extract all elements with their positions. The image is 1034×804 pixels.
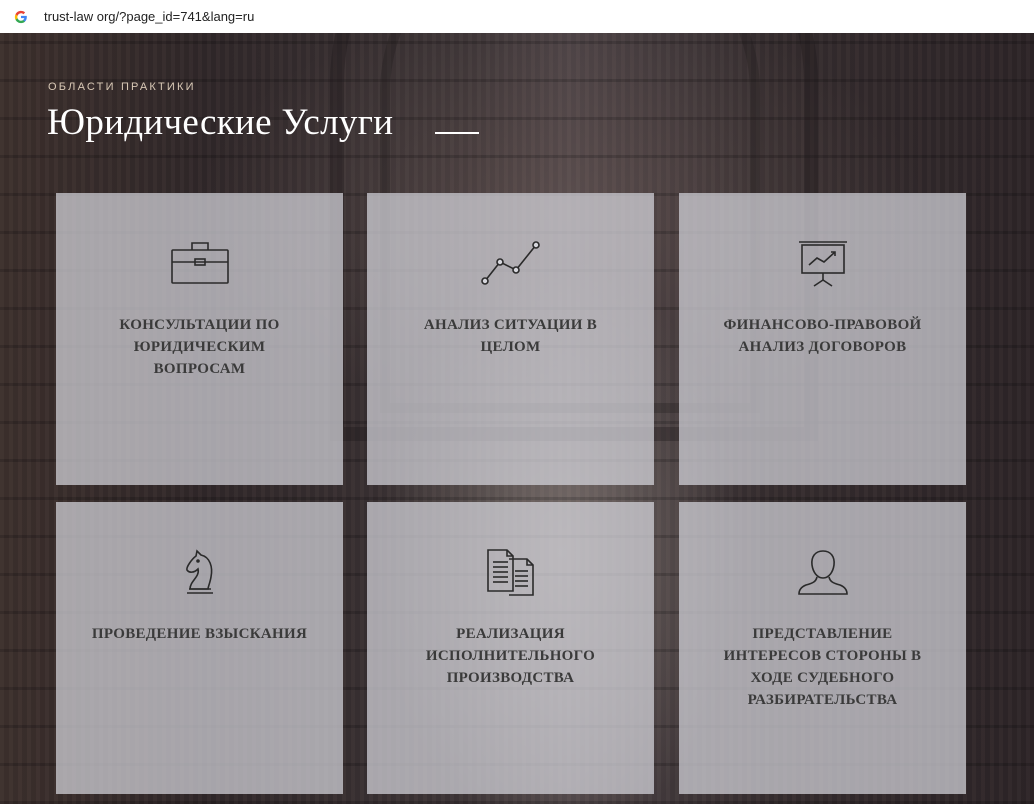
service-card-consultations[interactable]: КОНСУЛЬТАЦИИ ПО ЮРИДИЧЕСКИМ ВОПРОСАМ bbox=[56, 193, 343, 485]
service-card-label: ПРОВЕДЕНИЕ ВЗЫСКАНИЯ bbox=[91, 626, 308, 642]
service-card-court-representation[interactable]: ПРЕДСТАВЛЕНИЕ ИНТЕРЕСОВ СТОРОНЫ В ХОДЕ С… bbox=[679, 502, 966, 794]
service-card-label: АНАЛИЗ СИТУАЦИИ В ЦЕЛОМ bbox=[423, 317, 598, 355]
service-card-label: РЕАЛИЗАЦИЯ ИСПОЛНИТЕЛЬНОГО ПРОИЗВОДСТВА bbox=[425, 626, 596, 686]
documents-icon bbox=[367, 546, 654, 598]
practice-areas-section: ОБЛАСТИ ПРАКТИКИ Юридические Услуги КОНС… bbox=[0, 33, 1034, 804]
service-card-label: ФИНАНСОВО-ПРАВОВОЙ АНАЛИЗ ДОГОВОРОВ bbox=[723, 317, 922, 355]
person-icon bbox=[679, 546, 966, 598]
service-card-analysis[interactable]: АНАЛИЗ СИТУАЦИИ В ЦЕЛОМ bbox=[367, 193, 654, 485]
service-card-label: КОНСУЛЬТАЦИИ ПО ЮРИДИЧЕСКИМ ВОПРОСАМ bbox=[119, 317, 280, 377]
service-card-enforcement[interactable]: РЕАЛИЗАЦИЯ ИСПОЛНИТЕЛЬНОГО ПРОИЗВОДСТВА bbox=[367, 502, 654, 794]
page-title: Юридические Услуги bbox=[47, 102, 394, 143]
google-icon bbox=[13, 9, 28, 24]
section-eyebrow: ОБЛАСТИ ПРАКТИКИ bbox=[48, 81, 196, 93]
title-underline bbox=[435, 132, 479, 134]
presentation-board-icon bbox=[679, 237, 966, 289]
service-card-collection[interactable]: ПРОВЕДЕНИЕ ВЗЫСКАНИЯ bbox=[56, 502, 343, 794]
service-card-label: ПРЕДСТАВЛЕНИЕ ИНТЕРЕСОВ СТОРОНЫ В ХОДЕ С… bbox=[723, 626, 922, 708]
line-chart-icon bbox=[367, 237, 654, 289]
service-card-financial-analysis[interactable]: ФИНАНСОВО-ПРАВОВОЙ АНАЛИЗ ДОГОВОРОВ bbox=[679, 193, 966, 485]
address-bar[interactable]: trust-law org/?page_id=741&lang=ru bbox=[0, 0, 1034, 34]
briefcase-icon bbox=[56, 237, 343, 289]
url-text[interactable]: trust-law org/?page_id=741&lang=ru bbox=[44, 9, 254, 24]
chess-knight-icon bbox=[56, 546, 343, 598]
